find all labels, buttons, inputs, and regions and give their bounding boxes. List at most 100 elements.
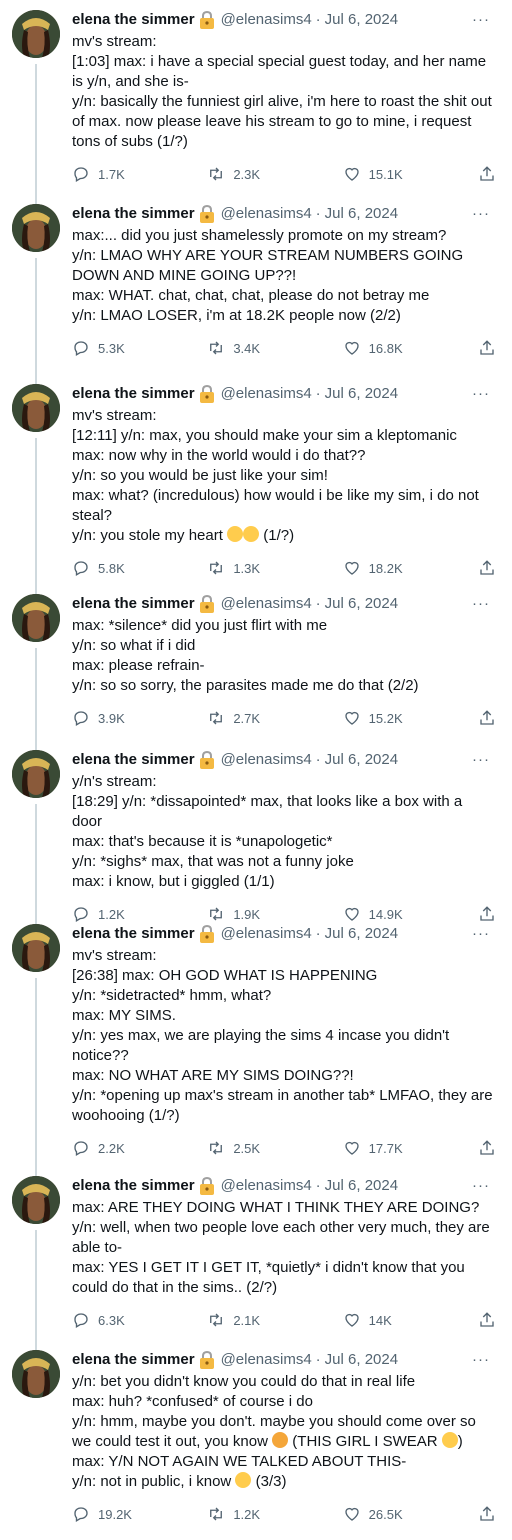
reply-button[interactable]: 5.3K: [72, 339, 138, 357]
tweet-part-marker: (1/?): [263, 527, 295, 544]
avatar[interactable]: [12, 204, 60, 252]
more-options-button[interactable]: ···: [472, 204, 496, 224]
tweet-actions: 5.8K 1.3K 18.2K: [72, 558, 496, 578]
author-handle[interactable]: @elenasims4: [221, 10, 312, 30]
retweet-button[interactable]: 1.3K: [207, 559, 273, 577]
share-button[interactable]: [478, 1505, 496, 1523]
author-handle[interactable]: @elenasims4: [221, 750, 312, 770]
retweet-button[interactable]: 2.3K: [207, 165, 273, 183]
share-icon: [480, 1140, 494, 1155]
like-button[interactable]: 14K: [343, 1311, 409, 1329]
tweet[interactable]: elena the simmer @elenasims4 · Jul 6, 20…: [0, 585, 512, 755]
author-handle[interactable]: @elenasims4: [221, 1176, 312, 1196]
share-button[interactable]: [478, 1311, 496, 1329]
like-button[interactable]: 26.5K: [343, 1505, 409, 1523]
tweet[interactable]: elena the simmer @elenasims4 · Jul 6, 20…: [0, 1167, 512, 1355]
reply-button[interactable]: 6.3K: [72, 1311, 138, 1329]
avatar[interactable]: [12, 1350, 60, 1398]
author-name[interactable]: elena the simmer: [72, 1350, 195, 1370]
reply-button[interactable]: 3.9K: [72, 709, 138, 727]
author-handle[interactable]: @elenasims4: [221, 594, 312, 614]
tweet-actions: 1.7K 2.3K 15.1K: [72, 164, 496, 184]
tweet[interactable]: elena the simmer @elenasims4 · Jul 6, 20…: [0, 914, 512, 1181]
tweet-date[interactable]: Jul 6, 2024: [325, 594, 398, 614]
retweet-button[interactable]: 1.2K: [207, 1505, 273, 1523]
like-count: 14K: [368, 1312, 392, 1328]
share-button[interactable]: [478, 709, 496, 727]
retweet-button[interactable]: 3.4K: [207, 339, 273, 357]
like-icon: [344, 711, 359, 725]
tweet-line: max:... did you just shamelessly promote…: [72, 227, 447, 244]
reply-button[interactable]: 5.8K: [72, 559, 138, 577]
retweet-count: 2.1K: [233, 1312, 261, 1328]
author-handle[interactable]: @elenasims4: [221, 204, 312, 224]
tweet-line-text: (THIS GIRL I SWEAR: [292, 1433, 438, 1450]
tweet-header: elena the simmer @elenasims4 · Jul 6, 20…: [72, 1350, 496, 1370]
like-button[interactable]: 16.8K: [343, 339, 409, 357]
retweet-button[interactable]: 2.5K: [207, 1139, 273, 1157]
separator: ·: [315, 385, 321, 402]
like-button[interactable]: 15.1K: [343, 165, 409, 183]
author-handle[interactable]: @elenasims4: [221, 384, 312, 404]
more-options-button[interactable]: ···: [472, 10, 496, 30]
author-name[interactable]: elena the simmer: [72, 1176, 195, 1196]
author-handle[interactable]: @elenasims4: [221, 1350, 312, 1370]
author-name[interactable]: elena the simmer: [72, 204, 195, 224]
more-options-button[interactable]: ···: [472, 1176, 496, 1196]
reply-count: 1.7K: [98, 166, 125, 182]
avatar[interactable]: [12, 10, 60, 58]
tweet-line: y/n: *sighs* max, that was not a funny j…: [72, 853, 354, 870]
reply-button[interactable]: 1.7K: [72, 165, 138, 183]
tweet-text: y/n: bet you didn't know you could do th…: [72, 1372, 496, 1492]
avatar[interactable]: [12, 594, 60, 642]
tweet-date[interactable]: Jul 6, 2024: [325, 924, 398, 944]
share-button[interactable]: [478, 165, 496, 183]
tweet[interactable]: elena the simmer @elenasims4 · Jul 6, 20…: [0, 1341, 512, 1540]
more-options-button[interactable]: ···: [472, 594, 496, 614]
share-button[interactable]: [478, 559, 496, 577]
share-button[interactable]: [478, 1139, 496, 1157]
retweet-button[interactable]: 2.1K: [207, 1311, 273, 1329]
author-name[interactable]: elena the simmer: [72, 594, 195, 614]
reply-button[interactable]: 19.2K: [72, 1505, 138, 1523]
author-handle[interactable]: @elenasims4: [221, 924, 312, 944]
retweet-count: 2.3K: [233, 166, 261, 182]
reply-count: 2.2K: [98, 1140, 125, 1156]
tweet-date[interactable]: Jul 6, 2024: [325, 10, 398, 30]
avatar[interactable]: [12, 924, 60, 972]
more-options-button[interactable]: ···: [472, 1350, 496, 1370]
tweet[interactable]: elena the simmer @elenasims4 · Jul 6, 20…: [0, 741, 512, 928]
like-button[interactable]: 18.2K: [343, 559, 409, 577]
share-button[interactable]: [478, 339, 496, 357]
tweet-line: y/n: well, when two people love each oth…: [72, 1219, 490, 1256]
avatar[interactable]: [12, 750, 60, 798]
tweet-header: elena the simmer @elenasims4 · Jul 6, 20…: [72, 10, 496, 30]
tweet-date[interactable]: Jul 6, 2024: [325, 750, 398, 770]
tweet[interactable]: elena the simmer @elenasims4 · Jul 6, 20…: [0, 375, 512, 599]
more-options-button[interactable]: ···: [472, 924, 496, 944]
avatar[interactable]: [12, 1176, 60, 1224]
like-button[interactable]: 15.2K: [343, 709, 409, 727]
author-name[interactable]: elena the simmer: [72, 384, 195, 404]
avatar[interactable]: [12, 384, 60, 432]
like-button[interactable]: 17.7K: [343, 1139, 409, 1157]
retweet-button[interactable]: 2.7K: [207, 709, 273, 727]
like-icon: [344, 1507, 359, 1521]
tweet-line: y/n: LMAO WHY ARE YOUR STREAM NUMBERS GO…: [72, 247, 464, 284]
tweet-date[interactable]: Jul 6, 2024: [325, 1350, 398, 1370]
reply-icon: [74, 1313, 88, 1328]
author-name[interactable]: elena the simmer: [72, 750, 195, 770]
tweet[interactable]: elena the simmer @elenasims4 · Jul 6, 20…: [0, 195, 512, 389]
tweet-date[interactable]: Jul 6, 2024: [325, 204, 398, 224]
more-options-button[interactable]: ···: [472, 384, 496, 404]
reply-button[interactable]: 2.2K: [72, 1139, 138, 1157]
author-name[interactable]: elena the simmer: [72, 924, 195, 944]
tweet-date[interactable]: Jul 6, 2024: [325, 384, 398, 404]
tweet-date[interactable]: Jul 6, 2024: [325, 1176, 398, 1196]
tweet[interactable]: elena the simmer @elenasims4 · Jul 6, 20…: [0, 0, 512, 212]
thread-connector: [35, 1230, 37, 1355]
thread-connector: [35, 648, 37, 755]
more-options-button[interactable]: ···: [472, 750, 496, 770]
author-name[interactable]: elena the simmer: [72, 10, 195, 30]
tweet-line: y/n: so what if i did: [72, 637, 196, 654]
